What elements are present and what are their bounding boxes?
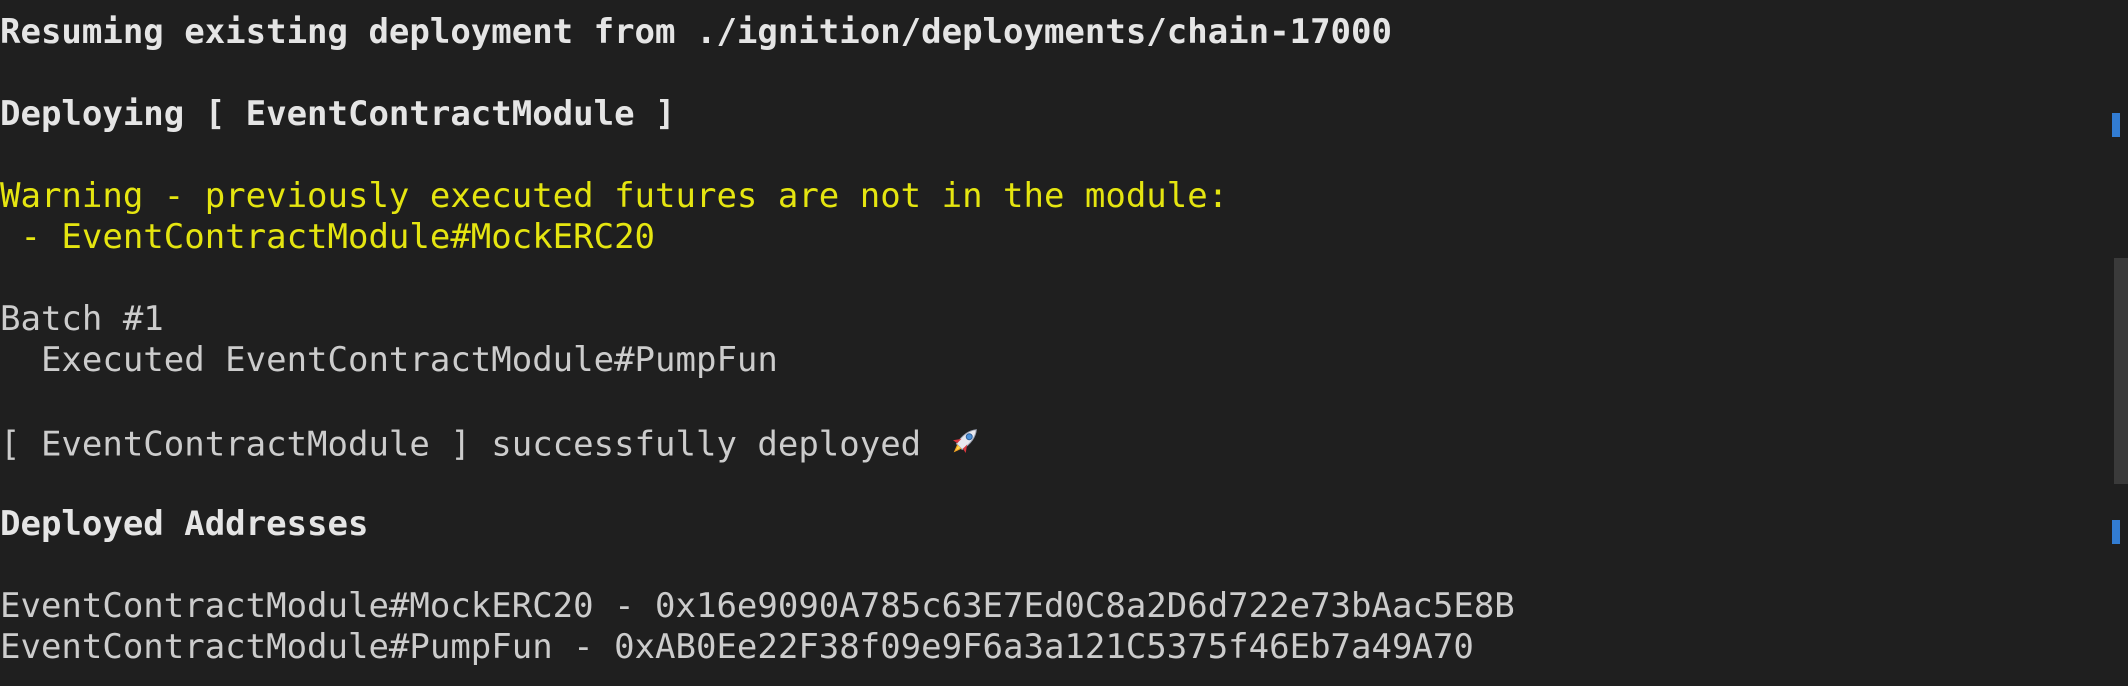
warning-line: Warning - previously executed futures ar… [0, 176, 1229, 216]
addresses-heading: Deployed Addresses [0, 504, 369, 544]
scrollbar-thumb[interactable] [2114, 258, 2128, 484]
rocket-icon [946, 422, 984, 470]
scrollbar[interactable] [2112, 0, 2128, 686]
scroll-marker [2112, 520, 2120, 544]
success-line-container: [ EventContractModule ] successfully dep… [0, 422, 984, 465]
deploying-line: Deploying [ EventContractModule ] [0, 94, 676, 134]
terminal-output: Resuming existing deployment from ./igni… [0, 0, 2128, 686]
warning-item: - EventContractModule#MockERC20 [0, 217, 656, 257]
executed-line: Executed EventContractModule#PumpFun [0, 340, 778, 380]
address-mockerc20: EventContractModule#MockERC20 - 0x16e909… [0, 586, 1515, 626]
address-pumpfun: EventContractModule#PumpFun - 0xAB0Ee22F… [0, 627, 1474, 667]
batch-line: Batch #1 [0, 299, 164, 339]
resume-line: Resuming existing deployment from ./igni… [0, 12, 1392, 52]
scroll-marker [2112, 113, 2120, 137]
success-line: [ EventContractModule ] successfully dep… [0, 424, 922, 465]
